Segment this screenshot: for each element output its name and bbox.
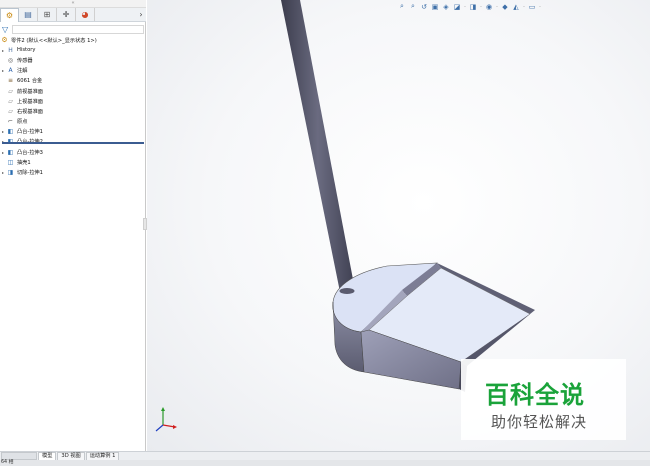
tree-item[interactable]: ▸ A 注解 — [0, 66, 146, 76]
tree-item-icon: ◧ — [7, 128, 14, 136]
configuration-manager-icon: ⊞ — [43, 10, 51, 19]
document-tab-bar: 模型 3D 视图 运动算例 1 — [0, 451, 650, 460]
tab-scroll-arrows[interactable] — [1, 452, 37, 460]
tree-item-label: 6061 合金 — [17, 78, 43, 85]
display-manager-icon: ◕ — [81, 10, 89, 19]
tree-item[interactable]: ▱ 右视基准面 — [0, 106, 146, 116]
tree-item-label: 前视基准面 — [17, 88, 43, 95]
tree-item-icon: ▱ — [8, 87, 13, 95]
reference-triad-icon — [155, 407, 177, 432]
tree-item[interactable]: ◎ 传感器 — [0, 55, 146, 65]
tree-root-part[interactable]: ⚙ 零件2 (默认<<默认>_显示状态 1>) — [0, 35, 146, 45]
tree-item-icon: ◨ — [7, 169, 14, 177]
status-bar: 64 相 — [0, 460, 650, 466]
tab-overflow-chevron-icon[interactable]: › — [136, 10, 146, 19]
watermark-logo: 百科全说 助你轻松解决 — [461, 359, 626, 440]
tree-item-label: 注解 — [17, 68, 28, 75]
tree-item-label: History — [17, 47, 36, 54]
tree-root-label: 零件2 (默认<<默认>_显示状态 1>) — [11, 37, 97, 44]
feature-tree: ⚙ 零件2 (默认<<默认>_显示状态 1>) ▸ H History ◎ 传感器 ▸ A 注… — [0, 35, 146, 178]
handle-joint — [339, 288, 355, 294]
tree-item-icon: H — [8, 46, 13, 54]
panel-tab-strip: ⚙ ▤ ⊞ ✛ ◕ › — [0, 7, 146, 22]
tree-item-label: 凸台-拉伸3 — [17, 149, 43, 156]
tree-filter-input[interactable] — [12, 24, 144, 34]
tree-item-icon: ◎ — [7, 56, 14, 64]
tree-item-label: 传感器 — [17, 57, 33, 64]
property-manager-icon: ▤ — [24, 10, 32, 19]
watermark-subtitle: 助你轻松解决 — [491, 413, 588, 431]
tree-item[interactable]: ≡ 6061 合金 — [0, 76, 146, 86]
tab-motion-study[interactable]: 运动算例 1 — [85, 452, 120, 460]
tree-item-label: 上视基准面 — [17, 98, 43, 105]
tree-item-icon: ▱ — [8, 107, 13, 115]
tree-item[interactable]: ▸ ◧ 凸台-拉伸3 — [0, 147, 146, 157]
tree-item-icon: ◧ — [7, 148, 14, 156]
tab-model[interactable]: 模型 — [38, 452, 57, 460]
property-manager-tab[interactable]: ▤ — [19, 8, 38, 21]
tree-item[interactable]: ▸ H History — [0, 45, 146, 55]
feature-manager-panel: « ⚙ ▤ ⊞ ✛ ◕ › ▽ ⚙ 零件2 (默认<<默认>_显示状态 1>) … — [0, 0, 146, 451]
part-icon: ⚙ — [1, 36, 8, 45]
watermark-title: 百科全说 — [485, 381, 585, 409]
panel-collapse-handle[interactable]: « — [0, 0, 146, 8]
feature-manager-tab[interactable]: ⚙ — [0, 7, 19, 22]
filter-icon[interactable]: ▽ — [2, 25, 12, 34]
rollback-bar[interactable] — [2, 142, 144, 144]
tree-item-label: 凸台-拉伸1 — [17, 129, 43, 136]
display-manager-tab[interactable]: ◕ — [76, 8, 95, 21]
feature-manager-icon: ⚙ — [5, 10, 14, 20]
status-text: 64 相 — [1, 460, 14, 465]
tree-item-label: 抽壳1 — [17, 159, 31, 166]
tree-item-label: 原点 — [17, 119, 28, 126]
tree-item[interactable]: ◫ 抽壳1 — [0, 157, 146, 167]
tree-item[interactable]: ▱ 上视基准面 — [0, 96, 146, 106]
tree-item-label: 切除-拉伸1 — [17, 170, 43, 177]
tree-filter-row: ▽ — [2, 24, 144, 34]
tree-item-label: 右视基准面 — [17, 108, 43, 115]
handle-shaft — [281, 0, 355, 292]
tree-item[interactable]: ▱ 前视基准面 — [0, 86, 146, 96]
tree-item-icon: ⌐ — [7, 118, 14, 126]
tree-item-icon: A — [8, 67, 13, 75]
tree-item-icon: ▱ — [8, 97, 13, 105]
tab-3d-view[interactable]: 3D 视图 — [57, 452, 85, 460]
dimxpert-icon: ✛ — [62, 10, 70, 19]
tree-item[interactable]: ▸ ◧ 凸台-拉伸1 — [0, 127, 146, 137]
tree-item-icon: ≡ — [7, 77, 14, 85]
tree-item-icon: ◫ — [7, 158, 14, 166]
tree-item[interactable]: ▸ ◨ 切除-拉伸1 — [0, 167, 146, 177]
tree-item[interactable]: ⌐ 原点 — [0, 117, 146, 127]
configuration-manager-tab[interactable]: ⊞ — [38, 8, 57, 21]
dimxpert-tab[interactable]: ✛ — [57, 8, 76, 21]
